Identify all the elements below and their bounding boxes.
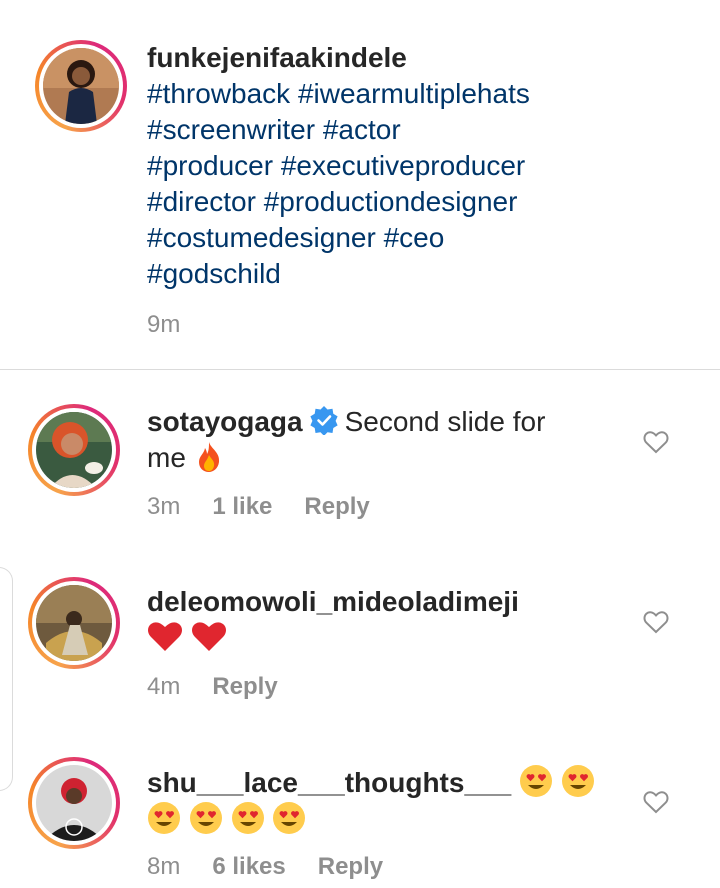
- caption-hashtags-line-5[interactable]: #costumedesigner #ceo: [147, 220, 530, 256]
- fire-icon: [198, 442, 219, 472]
- heart-eyes-icon: [231, 802, 264, 834]
- comment-text-line-2: me: [147, 442, 186, 473]
- caption-hashtags-line-6[interactable]: #godschild: [147, 256, 530, 292]
- red-heart-icon: [148, 622, 182, 651]
- caption-meta: 9m: [147, 311, 212, 339]
- heart-eyes-icon: [273, 802, 306, 834]
- divider: [0, 369, 720, 370]
- caption-hashtags-line-2[interactable]: #screenwriter #actor: [147, 112, 530, 148]
- caption-hashtags-line-3[interactable]: #producer #executiveproducer: [147, 148, 530, 184]
- caption-hashtags-line-1[interactable]: #throwback #iwearmultiplehats: [147, 76, 530, 112]
- heart-eyes-icon: [148, 802, 180, 834]
- red-heart-icon: [191, 622, 226, 651]
- commenter-avatar[interactable]: [28, 577, 120, 669]
- comment-username[interactable]: sotayogaga: [147, 406, 303, 437]
- comment-likes[interactable]: 1 like: [212, 493, 272, 521]
- commenter-avatar[interactable]: [28, 404, 120, 496]
- comment-meta: 8m 6 likes Reply: [147, 853, 415, 881]
- heart-eyes-icon: [189, 802, 222, 834]
- like-heart-icon[interactable]: [642, 428, 670, 456]
- caption-author-avatar[interactable]: [35, 40, 127, 132]
- like-heart-icon[interactable]: [642, 788, 670, 816]
- caption-text: funkejenifaakindele #throwback #iwearmul…: [147, 40, 530, 292]
- reply-button[interactable]: Reply: [318, 853, 383, 881]
- comment-body: deleomowoli_mideoladimeji: [147, 584, 519, 658]
- comment-timestamp: 3m: [147, 493, 181, 520]
- comment-body: sotayogaga Second slide for me: [147, 404, 617, 476]
- reply-button[interactable]: Reply: [212, 673, 277, 701]
- caption-username[interactable]: funkejenifaakindele: [147, 40, 530, 76]
- caption-timestamp: 9m: [147, 311, 181, 338]
- comment-body: shu___lace___thoughts___: [147, 764, 595, 841]
- comment-username[interactable]: shu___lace___thoughts___: [147, 767, 511, 798]
- like-heart-icon[interactable]: [642, 608, 670, 636]
- comment-text-line-1: Second slide for: [344, 406, 546, 437]
- comment-meta: 3m 1 like Reply: [147, 493, 402, 521]
- comment-timestamp: 4m: [147, 673, 181, 700]
- comment-timestamp: 8m: [147, 853, 181, 880]
- reply-button[interactable]: Reply: [304, 493, 369, 521]
- commenter-avatar[interactable]: [28, 757, 120, 849]
- comment-meta: 4m Reply: [147, 673, 310, 701]
- caption-hashtags-line-4[interactable]: #director #productiondesigner: [147, 184, 530, 220]
- comment-likes[interactable]: 6 likes: [212, 853, 285, 881]
- verified-badge-icon: [310, 406, 338, 435]
- post-caption: funkejenifaakindele #throwback #iwearmul…: [0, 0, 720, 370]
- heart-eyes-icon: [561, 765, 594, 797]
- heart-eyes-icon: [519, 765, 552, 797]
- comment-username[interactable]: deleomowoli_mideoladimeji: [147, 584, 519, 620]
- thread-indicator: [0, 567, 13, 791]
